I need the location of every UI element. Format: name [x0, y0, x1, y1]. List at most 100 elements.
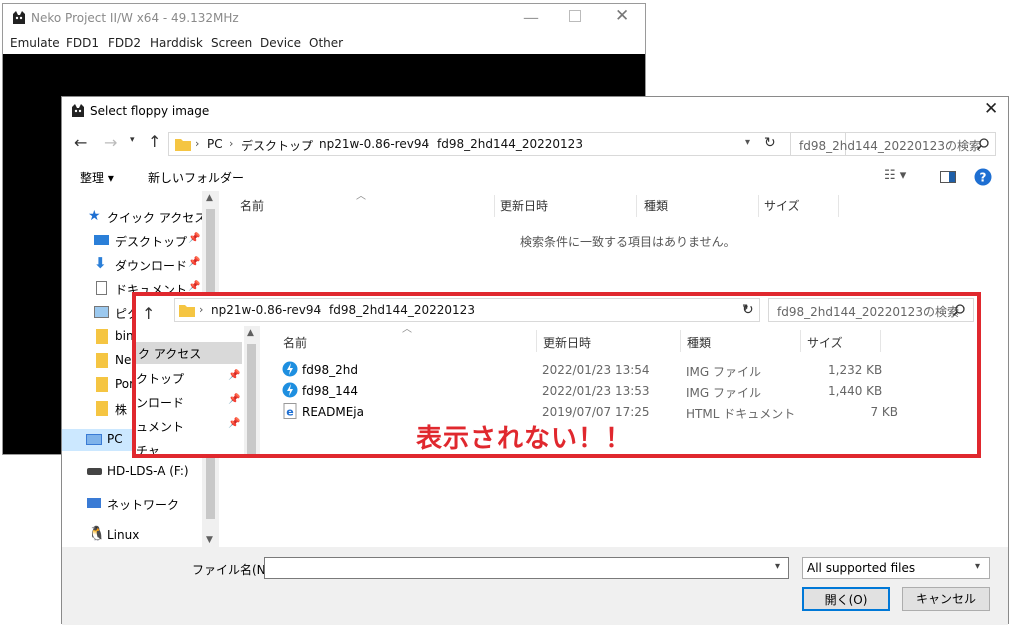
maximize-button[interactable]	[569, 10, 581, 22]
column-divider[interactable]	[758, 195, 759, 217]
menu-fdd1[interactable]: FDD1	[66, 36, 99, 50]
search-input[interactable]: fd98_2hd144_20220123の検索	[790, 132, 996, 156]
recent-dropdown-icon[interactable]: ▾	[130, 135, 135, 145]
desktop-icon	[94, 235, 109, 245]
scrollbar-thumb[interactable]	[247, 344, 256, 454]
breadcrumb-fd98[interactable]: fd98_2hd144_20220123	[329, 303, 475, 317]
file-date: 2022/01/23 13:54	[542, 363, 650, 377]
organize-button[interactable]: 整理 ▾	[80, 169, 114, 186]
inset-nav-documents[interactable]: ュメント	[136, 418, 184, 435]
inset-nav-pictures[interactable]: チャ	[136, 442, 160, 454]
filename-label: ファイル名(N):	[192, 563, 275, 577]
chevron-right-icon: ›	[199, 303, 204, 316]
forward-arrow-icon[interactable]: →	[104, 133, 117, 152]
chevron-down-icon: ▾	[975, 561, 981, 572]
inset-address-bar[interactable]: › np21w-0.86-rev94 › fd98_2hd144_2022012…	[174, 298, 760, 322]
close-button[interactable]: ✕	[615, 6, 629, 26]
file-row[interactable]: fd98_2hd 2022/01/23 13:54 IMG ファイル 1,232…	[280, 360, 883, 380]
nav-quick-access[interactable]: ★ クイック アクセス	[62, 206, 206, 228]
emulator-title: Neko Project II/W x64 - 49.132MHz	[31, 11, 239, 25]
back-arrow-icon[interactable]: ←	[74, 133, 87, 152]
nav-desktop[interactable]: デスクトップ 📌	[62, 230, 202, 252]
nav-network[interactable]: ネットワーク	[62, 493, 202, 515]
column-name[interactable]: 名前	[240, 197, 264, 214]
inset-nav-scrollbar[interactable]: ▲	[244, 326, 260, 454]
svg-text:e: e	[286, 406, 293, 419]
file-type: HTML ドキュメント	[686, 407, 796, 421]
preview-pane-icon[interactable]	[940, 171, 956, 183]
file-date: 2019/07/07 17:25	[542, 405, 650, 419]
inset-column-size[interactable]: サイズ	[807, 334, 843, 351]
column-type[interactable]: 種類	[644, 197, 668, 214]
breadcrumb-np21w[interactable]: np21w-0.86-rev94	[211, 303, 321, 317]
breadcrumb-desktop[interactable]: デスクトップ	[241, 137, 313, 154]
sort-arrow-icon: ︿	[356, 191, 366, 202]
pin-icon: 📌	[228, 394, 241, 405]
scroll-down-icon[interactable]: ▼	[206, 535, 213, 545]
cancel-button[interactable]: キャンセル	[902, 587, 990, 611]
menu-fdd2[interactable]: FDD2	[108, 36, 141, 50]
breadcrumb-fd98[interactable]: fd98_2hd144_20220123	[437, 137, 583, 151]
address-dropdown-icon[interactable]: ▾	[745, 137, 750, 148]
document-icon	[96, 281, 107, 295]
pin-icon: 📌	[188, 257, 201, 268]
inset-nav-desktop[interactable]: クトップ	[136, 370, 184, 387]
column-divider[interactable]	[800, 330, 801, 352]
column-divider[interactable]	[494, 195, 495, 217]
file-name: fd98_144	[302, 384, 359, 398]
refresh-icon[interactable]: ↻	[764, 135, 776, 151]
menu-device[interactable]: Device	[260, 36, 301, 50]
file-type-select[interactable]: All supported files ▾	[802, 557, 990, 579]
pin-icon: 📌	[228, 418, 241, 429]
minimize-button[interactable]: —	[523, 8, 539, 27]
folder-icon	[179, 305, 195, 317]
file-type: IMG ファイル	[686, 386, 762, 400]
inset-nav-quick-access[interactable]: ク アクセス	[136, 342, 242, 364]
nav-drive-f[interactable]: HD-LDS-A (F:)	[62, 461, 202, 483]
svg-text:?: ?	[980, 171, 987, 185]
refresh-icon[interactable]: ↻	[742, 302, 754, 318]
file-size: 1,232 KB	[828, 363, 883, 377]
column-size[interactable]: サイズ	[764, 197, 800, 214]
help-icon[interactable]: ?	[974, 168, 992, 186]
close-icon[interactable]: ✕	[984, 99, 998, 119]
filename-input[interactable]: ▾	[264, 557, 789, 579]
scroll-up-icon[interactable]: ▲	[247, 328, 254, 338]
menu-other[interactable]: Other	[309, 36, 343, 50]
chevron-right-icon: ›	[317, 303, 322, 316]
scroll-up-icon[interactable]: ▲	[206, 193, 213, 203]
inset-column-date[interactable]: 更新日時	[543, 334, 591, 351]
up-arrow-icon[interactable]: ↑	[148, 132, 161, 151]
column-divider[interactable]	[636, 195, 637, 217]
column-divider[interactable]	[880, 330, 881, 352]
column-divider[interactable]	[536, 330, 537, 352]
download-icon: ⬇	[94, 254, 107, 272]
menu-harddisk[interactable]: Harddisk	[150, 36, 203, 50]
file-size: 7 KB	[870, 405, 898, 419]
pc-icon	[86, 434, 102, 445]
drive-icon	[87, 468, 102, 475]
inset-column-name[interactable]: 名前	[283, 334, 307, 351]
up-arrow-icon[interactable]: ↑	[142, 304, 155, 323]
nav-downloads[interactable]: ⬇ ダウンロード 📌	[62, 254, 202, 276]
nav-linux[interactable]: 🐧 Linux	[62, 525, 202, 547]
breadcrumb-pc[interactable]: PC	[207, 137, 223, 151]
menu-screen[interactable]: Screen	[211, 36, 252, 50]
column-divider[interactable]	[680, 330, 681, 352]
command-bar: 整理 ▾ 新しいフォルダー ☷ ▾ ?	[62, 163, 1008, 189]
open-button[interactable]: 開く(O)	[802, 587, 890, 611]
inset-search-input[interactable]: fd98_2hd144_20220123の検索	[768, 298, 974, 322]
breadcrumb-np21w[interactable]: np21w-0.86-rev94	[319, 137, 429, 151]
menu-emulate[interactable]: Emulate	[10, 36, 60, 50]
inset-nav-downloads[interactable]: ンロード	[136, 394, 184, 411]
view-options-icon[interactable]: ☷ ▾	[884, 168, 906, 183]
file-row[interactable]: fd98_144 2022/01/23 13:53 IMG ファイル 1,440…	[280, 381, 882, 401]
emulator-titlebar[interactable]: Neko Project II/W x64 - 49.132MHz — ✕	[3, 4, 645, 34]
column-divider[interactable]	[838, 195, 839, 217]
filename-dropdown-icon[interactable]: ▾	[775, 561, 780, 572]
inset-column-type[interactable]: 種類	[687, 334, 711, 351]
column-date[interactable]: 更新日時	[500, 197, 548, 214]
new-folder-button[interactable]: 新しいフォルダー	[148, 169, 244, 186]
file-date: 2022/01/23 13:53	[542, 384, 650, 398]
address-bar[interactable]: › PC › デスクトップ › np21w-0.86-rev94 › fd98_…	[168, 132, 846, 156]
